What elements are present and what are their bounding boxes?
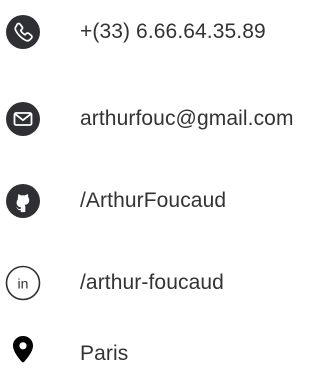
envelope-icon [6, 102, 40, 136]
contact-item-email[interactable]: arthurfouc@gmail.com [0, 101, 329, 145]
linkedin-icon: in [5, 265, 41, 301]
contact-item-github[interactable]: /ArthurFoucaud [0, 183, 329, 227]
github-handle[interactable]: /ArthurFoucaud [80, 189, 226, 213]
location-text: Paris [80, 342, 129, 365]
linkedin-handle[interactable]: /arthur-foucaud [80, 271, 224, 295]
contact-item-location: Paris [0, 336, 329, 380]
github-icon [6, 184, 40, 218]
contact-item-linkedin[interactable]: in /arthur-foucaud [0, 265, 329, 309]
phone-number[interactable]: +(33) 6.66.64.35.89 [80, 20, 266, 44]
contact-list: +(33) 6.66.64.35.89 arthurfouc@gmail.com… [0, 0, 329, 372]
email-address[interactable]: arthurfouc@gmail.com [80, 107, 294, 131]
map-pin-icon [13, 336, 33, 363]
contact-item-phone[interactable]: +(33) 6.66.64.35.89 [0, 14, 329, 58]
phone-icon [6, 15, 40, 49]
svg-text:in: in [18, 276, 29, 292]
